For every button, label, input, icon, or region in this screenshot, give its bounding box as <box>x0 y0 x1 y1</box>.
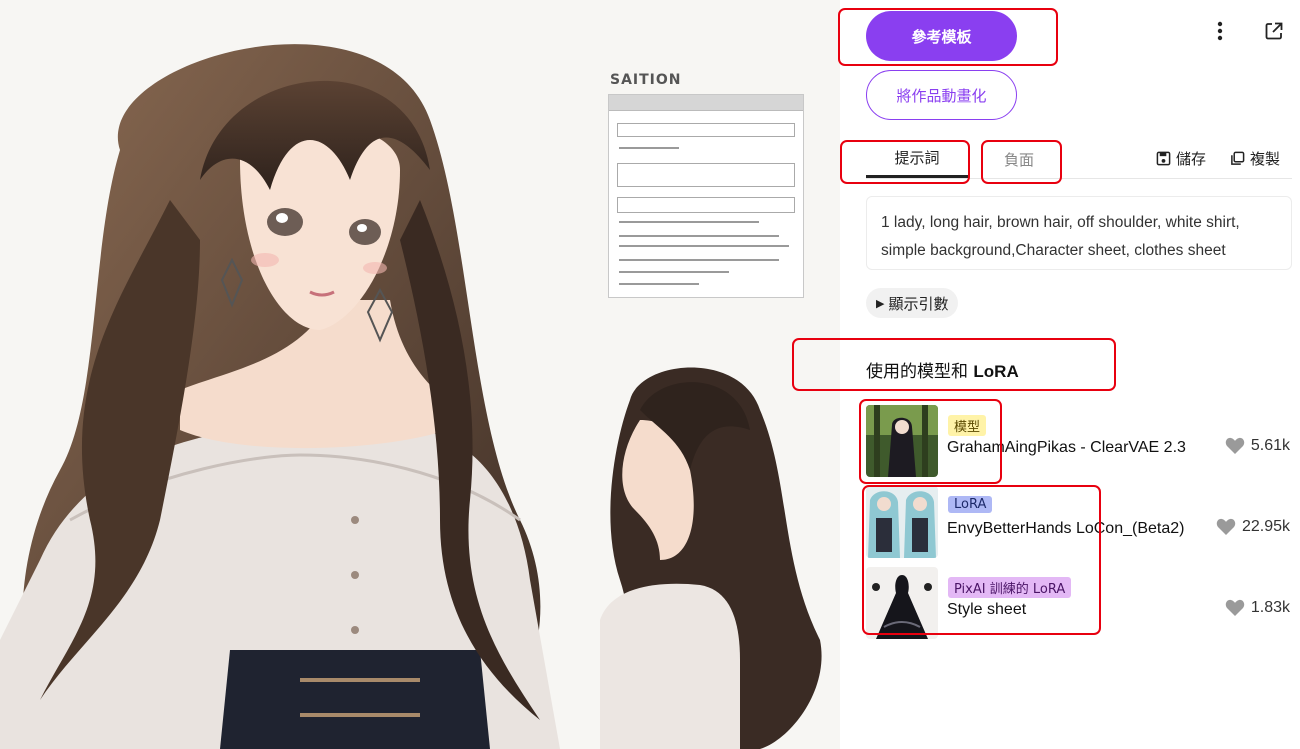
tab-prompt[interactable]: 提示詞 <box>866 140 968 178</box>
reference-template-button[interactable]: 參考模板 <box>866 11 1017 61</box>
model-name: GrahamAingPikas - ClearVAE 2.3 <box>947 439 1186 456</box>
show-parameters-label: 顯示引數 <box>888 294 949 313</box>
play-triangle-icon: ▶ <box>876 296 885 310</box>
open-external-icon[interactable] <box>1261 18 1287 44</box>
heart-icon <box>1216 518 1236 535</box>
copy-action[interactable]: 複製 <box>1230 148 1280 169</box>
model-type-badge: 模型 <box>948 415 987 436</box>
lora-likes: 22.95k <box>1216 518 1290 536</box>
pixai-lora-likes: 1.83k <box>1225 599 1290 617</box>
save-action[interactable]: 儲存 <box>1156 148 1206 169</box>
sheet-title-text: SAITION <box>610 72 682 88</box>
heart-icon <box>1225 599 1245 616</box>
pixai-lora-likes-count: 1.83k <box>1250 599 1290 616</box>
prompt-text: 1 lady, long hair, brown hair, off shoul… <box>866 196 1292 270</box>
animate-work-button[interactable]: 將作品動畫化 <box>866 70 1017 120</box>
model-thumbnail <box>866 405 938 477</box>
character-sheet-card <box>608 94 804 298</box>
models-section-title: 使用的模型和 LoRA <box>866 357 1019 382</box>
model-likes: 5.61k <box>1225 437 1290 455</box>
pixai-lora-type-badge: PixAI 訓練的 LoRA <box>948 577 1072 598</box>
details-panel: 參考模板 將作品動畫化 提示詞 負面 儲存 複製 1 lady, long ha… <box>840 0 1300 749</box>
heart-icon <box>1225 437 1245 454</box>
lora-thumbnail <box>866 486 938 558</box>
pixai-lora-name: Style sheet <box>947 601 1027 618</box>
more-options-icon[interactable] <box>1207 18 1233 44</box>
save-label: 儲存 <box>1176 150 1207 168</box>
models-title-bold: LoRA <box>973 362 1019 381</box>
tab-negative[interactable]: 負面 <box>982 140 1056 178</box>
save-icon <box>1156 151 1171 166</box>
copy-label: 複製 <box>1250 150 1281 168</box>
model-item-pixai-lora[interactable]: PixAI 訓練的 LoRA Style sheet 1.83k <box>866 567 1292 639</box>
pixai-lora-thumbnail <box>866 567 938 639</box>
model-item-lora[interactable]: LoRA EnvyBetterHands LoCon_(Beta2) 22.95… <box>866 486 1292 558</box>
copy-icon <box>1231 151 1245 165</box>
models-title-prefix: 使用的模型和 <box>866 362 974 382</box>
show-parameters-toggle[interactable]: ▶ 顯示引數 <box>866 288 959 318</box>
lora-likes-count: 22.95k <box>1241 518 1290 535</box>
prompt-tabs: 提示詞 負面 儲存 複製 <box>866 140 1292 179</box>
lora-name: EnvyBetterHands LoCon_(Beta2) <box>947 520 1185 537</box>
artwork-image: SAITION <box>0 0 840 749</box>
lora-type-badge: LoRA <box>948 496 993 513</box>
model-likes-count: 5.61k <box>1250 437 1290 454</box>
model-item-checkpoint[interactable]: 模型 GrahamAingPikas - ClearVAE 2.3 5.61k <box>866 405 1292 477</box>
